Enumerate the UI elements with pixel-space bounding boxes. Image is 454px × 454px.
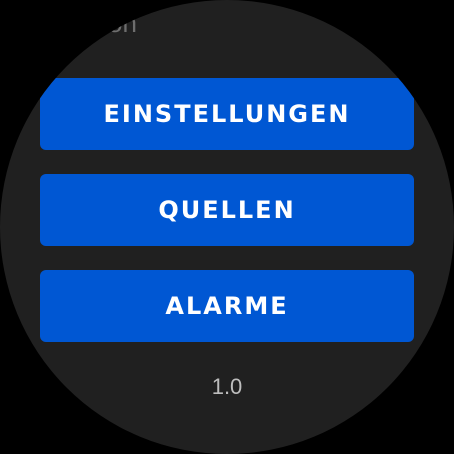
sources-button[interactable]: QUELLEN (40, 174, 414, 246)
alarms-button[interactable]: ALARME (40, 270, 414, 342)
watch-screen: on EINSTELLUNGEN QUELLEN ALARME 1.0 (0, 0, 454, 454)
version-label: 1.0 (211, 374, 243, 399)
scrolled-header-text: on (108, 8, 137, 38)
settings-button[interactable]: EINSTELLUNGEN (40, 78, 414, 150)
